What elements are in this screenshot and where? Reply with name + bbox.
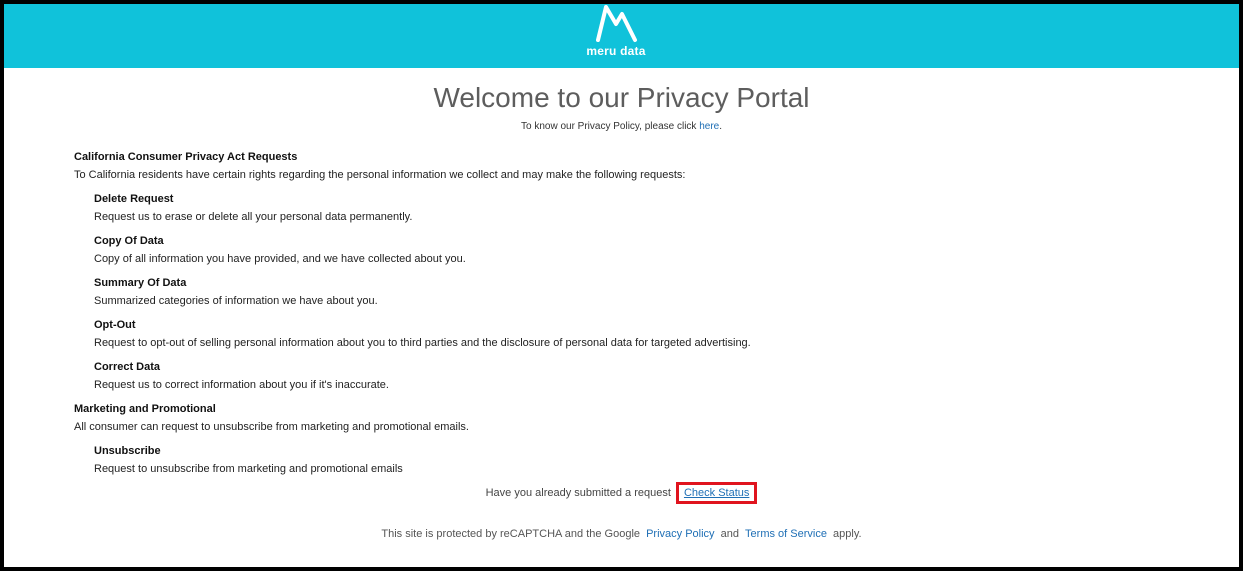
subtitle-suffix: . <box>719 121 722 132</box>
meru-logo-icon <box>596 5 637 42</box>
logo-text: meru data <box>586 44 646 58</box>
request-title: Correct Data <box>94 361 161 373</box>
check-status-link[interactable]: Check Status <box>675 482 758 505</box>
section-desc-ccpa: To California residents have certain rig… <box>74 169 686 181</box>
privacy-policy-note: To know our Privacy Policy, please click… <box>4 121 1239 132</box>
requests-content: California Consumer Privacy Act Requests… <box>74 148 1174 478</box>
status-prompt: Have you already submitted a request <box>485 487 671 499</box>
marketing-section: Marketing and Promotional All consumer c… <box>74 400 1174 478</box>
request-item-opt-out[interactable]: Opt-Out Request to opt-out of selling pe… <box>74 316 1174 352</box>
request-desc: Copy of all information you have provide… <box>94 253 466 265</box>
privacy-policy-here-link[interactable]: here <box>699 121 719 132</box>
page-frame: meru data Welcome to our Privacy Portal … <box>0 0 1243 571</box>
google-terms-of-service-link[interactable]: Terms of Service <box>745 528 827 540</box>
request-item-unsubscribe[interactable]: Unsubscribe Request to unsubscribe from … <box>74 442 1174 478</box>
request-title: Unsubscribe <box>94 445 161 457</box>
google-privacy-policy-link[interactable]: Privacy Policy <box>646 528 714 540</box>
request-desc: Request us to correct information about … <box>94 379 389 391</box>
meru-data-logo[interactable]: meru data <box>584 4 648 68</box>
request-desc: Request to unsubscribe from marketing an… <box>94 463 403 475</box>
request-desc: Summarized categories of information we … <box>94 295 378 307</box>
header-bar: meru data <box>4 4 1239 68</box>
request-desc: Request us to erase or delete all your p… <box>94 211 413 223</box>
request-desc: Request to opt-out of selling personal i… <box>94 337 751 349</box>
request-item-delete[interactable]: Delete Request Request us to erase or de… <box>74 190 1174 226</box>
section-desc-marketing: All consumer can request to unsubscribe … <box>74 421 469 433</box>
footer-prefix: This site is protected by reCAPTCHA and … <box>381 528 641 540</box>
footer-and: and <box>720 528 739 540</box>
section-title-ccpa: California Consumer Privacy Act Requests <box>74 151 298 163</box>
recaptcha-footer: This site is protected by reCAPTCHA and … <box>4 528 1239 540</box>
request-title: Delete Request <box>94 193 174 205</box>
ccpa-section: California Consumer Privacy Act Requests… <box>74 148 1174 394</box>
page-title: Welcome to our Privacy Portal <box>433 82 810 113</box>
request-item-summary-of-data[interactable]: Summary Of Data Summarized categories of… <box>74 274 1174 310</box>
request-item-copy-of-data[interactable]: Copy Of Data Copy of all information you… <box>74 232 1174 268</box>
request-title: Copy Of Data <box>94 235 164 247</box>
footer-suffix: apply. <box>833 528 862 540</box>
subtitle-text: To know our Privacy Policy, please click <box>520 121 697 132</box>
request-title: Summary Of Data <box>94 277 187 289</box>
section-title-marketing: Marketing and Promotional <box>74 403 216 415</box>
status-line: Have you already submitted a request Che… <box>4 482 1239 505</box>
request-item-correct-data[interactable]: Correct Data Request us to correct infor… <box>74 358 1174 394</box>
request-title: Opt-Out <box>94 319 136 331</box>
